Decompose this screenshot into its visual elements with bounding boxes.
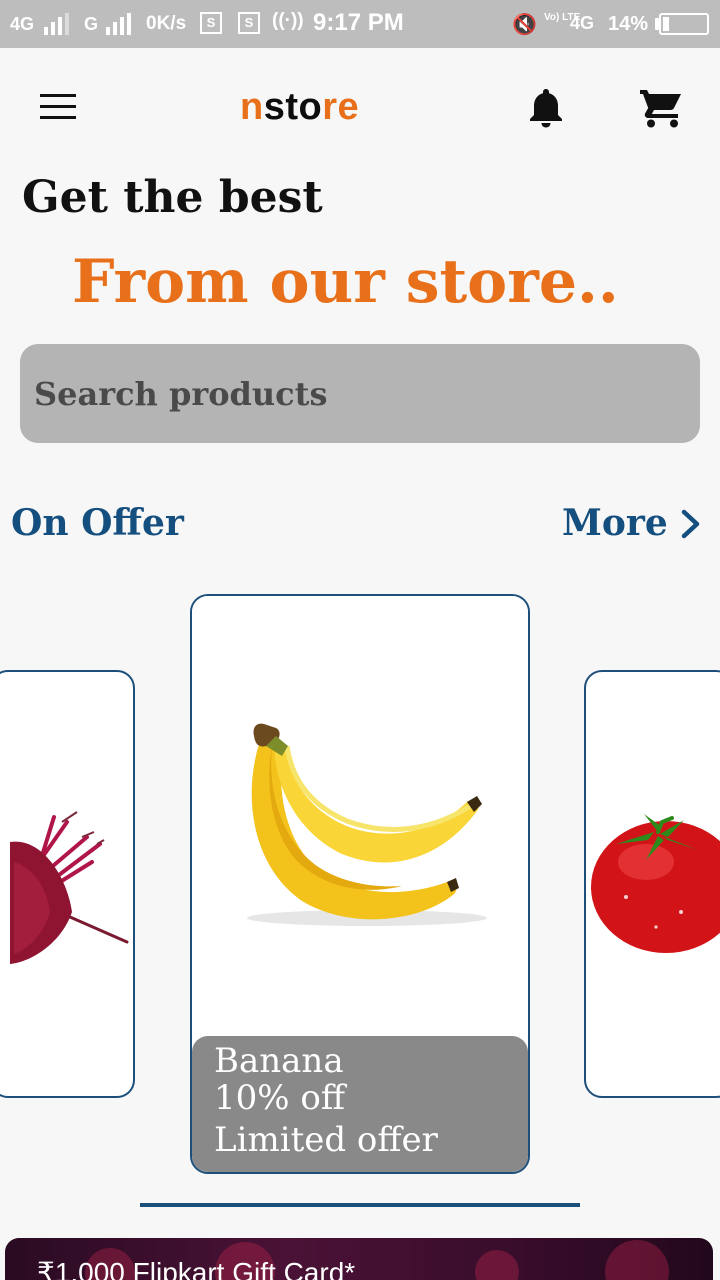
headline: Get the best [22,172,323,223]
product-discount: 10% off [214,1078,346,1118]
status-bar: 4G G 0K/s S S ((·)) 9:17 PM 🔇 Vo) LTE 4G… [0,0,720,48]
brand-suffix: re [322,86,360,128]
screenshot-icon: S [200,12,222,34]
bell-icon[interactable] [526,86,566,128]
battery-fill [663,17,669,31]
carousel-indicator [140,1203,580,1207]
screenshot-icon: S [238,12,260,34]
hotspot-icon: ((·)) [272,10,304,31]
brand-logo: nstore [240,86,359,129]
offer-card-banana[interactable]: Banana 10% off Limited offer [190,594,530,1174]
banner-text: ₹1,000 Flipkart Gift Card* [37,1257,356,1280]
clock: 9:17 PM [313,9,404,36]
hamburger-menu-icon[interactable] [40,94,76,120]
more-link[interactable]: More [562,502,668,544]
offer-card-tomato[interactable] [584,670,720,1098]
signal-bars-icon [44,13,72,35]
promo-banner[interactable]: ₹1,000 Flipkart Gift Card* [5,1238,713,1280]
network-label-3: 4G [570,13,595,33]
mute-icon: 🔇 [512,14,537,36]
network-label-1: 4G [10,14,35,34]
brand-middle: sto [263,86,323,128]
product-offer-note: Limited offer [214,1120,438,1160]
product-name: Banana [214,1041,344,1081]
banner-decoration [605,1240,669,1280]
card-image-area [192,596,528,1036]
tomato-image [591,814,720,953]
on-offer-title: On Offer [11,502,184,544]
offer-card-beetroot[interactable] [0,670,135,1098]
cart-icon[interactable] [638,86,684,128]
banner-decoration [475,1250,519,1280]
signal-bars-icon [106,13,134,35]
battery-icon [659,13,709,35]
network-label-2: G [84,14,99,34]
subheadline: From our store.. [72,247,619,317]
card-caption: Banana 10% off Limited offer [192,1036,528,1172]
brand-prefix: n [240,86,264,128]
beetroot-image [10,811,129,964]
data-speed: 0K/s [146,13,187,34]
chevron-right-icon[interactable] [680,508,702,540]
battery-percent: 14% [608,13,649,35]
banana-image [247,723,487,926]
search-input[interactable] [20,344,700,443]
